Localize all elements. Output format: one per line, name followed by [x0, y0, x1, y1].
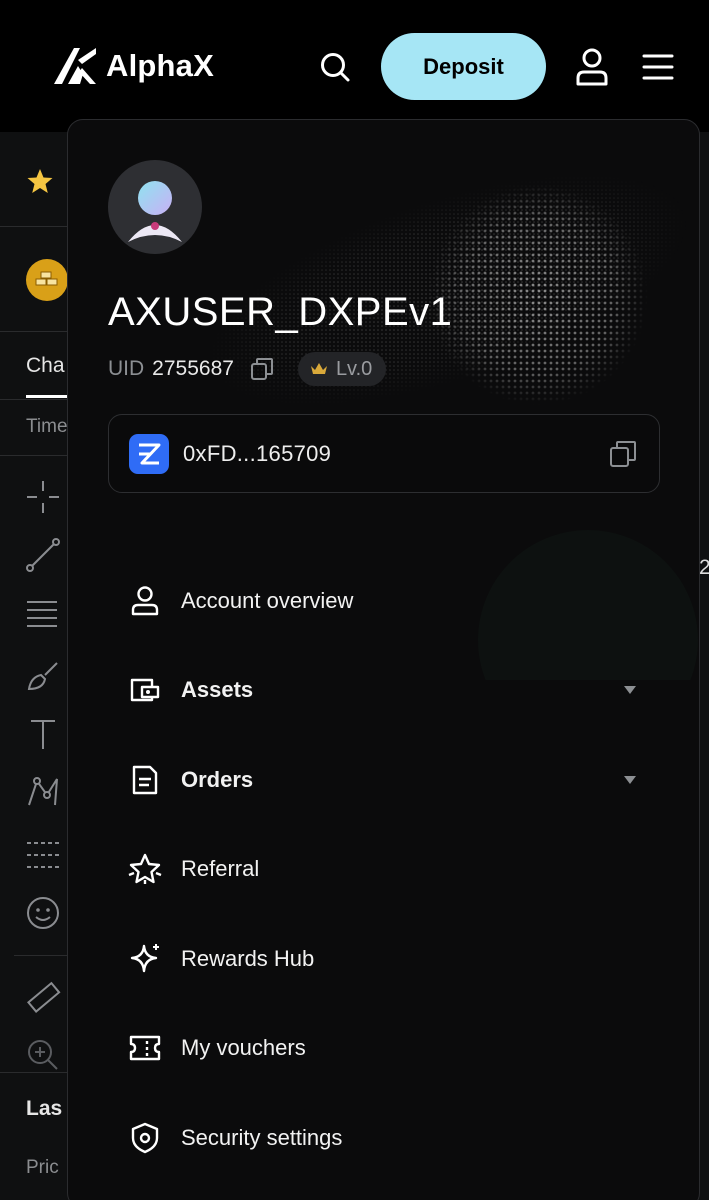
- menu-item-referral[interactable]: Referral: [68, 825, 699, 915]
- menu-item-orders[interactable]: Orders: [68, 735, 699, 825]
- top-header: AlphaX Deposit: [0, 0, 709, 132]
- document-icon: [128, 763, 162, 797]
- deposit-button[interactable]: Deposit: [381, 33, 546, 100]
- menu-item-label: Account overview: [181, 587, 354, 613]
- logo-text: AlphaX: [106, 48, 214, 83]
- search-button[interactable]: [314, 46, 356, 88]
- level-badge[interactable]: Lv.0: [297, 352, 387, 386]
- chart-edge-digit: 2: [699, 556, 709, 579]
- menu-item-label: My vouchers: [181, 1035, 306, 1061]
- menu-item-my-vouchers[interactable]: My vouchers: [68, 1004, 699, 1094]
- time-label[interactable]: Time: [26, 416, 68, 438]
- tab-chart-label[interactable]: Cha: [26, 354, 65, 378]
- emoji-tool-icon[interactable]: [25, 895, 61, 931]
- menu-item-label: Security settings: [181, 1124, 343, 1150]
- menu-item-label: Referral: [181, 856, 260, 882]
- hamburger-icon: [642, 54, 674, 80]
- profile-button[interactable]: [570, 44, 614, 90]
- zoom-in-tool-icon[interactable]: [25, 1037, 61, 1073]
- search-icon: [321, 53, 350, 82]
- price-label: Pric: [26, 1157, 59, 1178]
- copy-uid-icon[interactable]: [250, 357, 274, 381]
- toolbar-divider: [14, 955, 70, 956]
- user-icon: [576, 48, 608, 86]
- ticket-icon: [128, 1031, 162, 1065]
- text-tool-icon[interactable]: [25, 717, 61, 753]
- last-price-label: Las: [26, 1097, 63, 1120]
- pattern-tool-icon[interactable]: [25, 775, 61, 811]
- uid-value: 2755687: [152, 357, 234, 380]
- menu-item-label: Rewards Hub: [181, 945, 315, 971]
- measure-lines-tool-icon[interactable]: [25, 837, 61, 873]
- referral-star-icon: [128, 852, 162, 886]
- alphax-logo-mark-icon: [54, 48, 96, 84]
- copy-address-icon[interactable]: [609, 440, 637, 468]
- chevron-down-icon[interactable]: [624, 775, 636, 784]
- shield-icon: [128, 1121, 162, 1155]
- uid-row: UID 2755687 Lv.0: [108, 352, 387, 386]
- favorite-star-icon[interactable]: [26, 168, 54, 195]
- menu-item-security-settings[interactable]: Security settings: [68, 1093, 699, 1183]
- avatar[interactable]: [108, 160, 202, 254]
- account-drawer: AXUSER_DXPEv1 UID 2755687 Lv.0 0xFD...16…: [67, 119, 700, 1200]
- sparkle-icon: [128, 942, 162, 976]
- gold-coin-icon[interactable]: [26, 259, 68, 301]
- menu-item-assets[interactable]: Assets: [68, 646, 699, 736]
- ruler-tool-icon[interactable]: [25, 980, 61, 1016]
- menu-item-label: Orders: [181, 766, 254, 792]
- menu-item-rewards-hub[interactable]: Rewards Hub: [68, 914, 699, 1004]
- user-icon: [128, 584, 162, 618]
- alphax-logo[interactable]: AlphaX: [52, 46, 214, 86]
- wallet-address: 0xFD...165709: [183, 440, 332, 466]
- hamburger-menu-button[interactable]: [638, 48, 678, 86]
- wallet-logo-icon: [129, 433, 169, 474]
- tab-active-indicator: [26, 395, 70, 398]
- uid-label: UID: [108, 357, 145, 380]
- trend-line-tool-icon[interactable]: [25, 537, 61, 573]
- level-crown-icon: [310, 363, 327, 374]
- level-label: Lv.0: [335, 357, 373, 380]
- crosshair-tool-icon[interactable]: [25, 479, 61, 515]
- menu-item-label: Assets: [181, 677, 254, 703]
- section-divider: [0, 1072, 70, 1073]
- wallet-address-card[interactable]: 0xFD...165709: [108, 414, 660, 493]
- drawer-menu: Account overview Assets Orders Referral …: [68, 556, 699, 1183]
- chevron-down-icon[interactable]: [624, 686, 636, 695]
- menu-item-account-overview[interactable]: Account overview: [68, 556, 699, 646]
- username: AXUSER_DXPEv1: [108, 290, 453, 334]
- brush-tool-icon[interactable]: [25, 657, 61, 693]
- fib-tool-icon[interactable]: [25, 597, 61, 633]
- avatar-portrait-icon: [128, 181, 182, 242]
- wallet-icon: [128, 673, 162, 707]
